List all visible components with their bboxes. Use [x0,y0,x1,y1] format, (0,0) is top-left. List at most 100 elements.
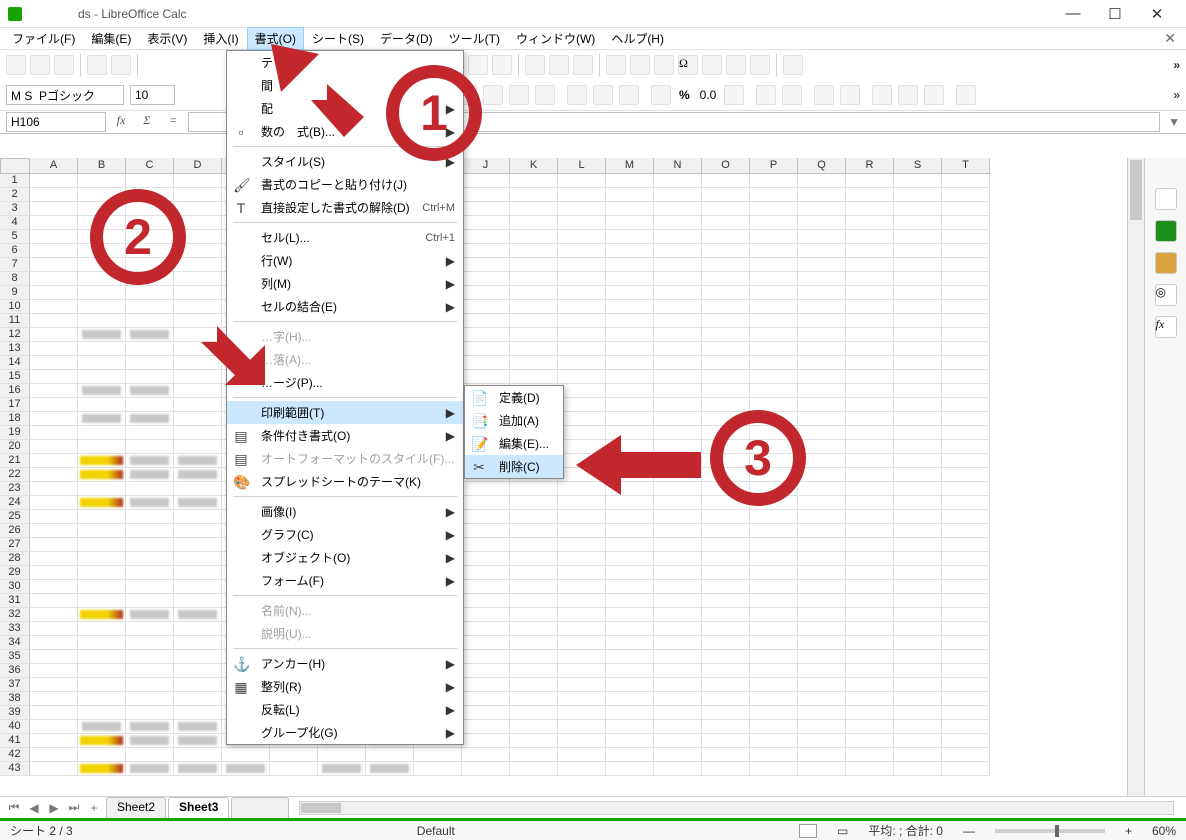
row-header[interactable]: 35 [0,650,30,664]
print-icon[interactable] [111,55,131,75]
pdf-icon[interactable] [87,55,107,75]
cell[interactable] [606,398,654,412]
cell[interactable] [606,636,654,650]
cell[interactable] [174,468,222,482]
row-header[interactable]: 30 [0,580,30,594]
tab-next-icon[interactable]: ▶ [46,801,62,815]
cell[interactable] [558,244,606,258]
cell[interactable] [462,706,510,720]
cell[interactable] [558,566,606,580]
cell[interactable] [174,202,222,216]
cell[interactable] [174,454,222,468]
cell[interactable] [894,258,942,272]
cell[interactable] [510,538,558,552]
status-stats[interactable]: 平均: ; 合計: 0 [868,822,943,839]
cell[interactable] [30,608,78,622]
cell[interactable] [798,762,846,776]
cell[interactable] [846,412,894,426]
cell[interactable] [462,174,510,188]
cell[interactable] [798,188,846,202]
cell[interactable] [558,650,606,664]
cell[interactable] [798,692,846,706]
cell[interactable] [174,762,222,776]
cell[interactable] [78,328,126,342]
cell[interactable] [702,706,750,720]
cell[interactable] [510,524,558,538]
cell[interactable] [894,650,942,664]
cell[interactable] [654,328,702,342]
cell[interactable] [798,356,846,370]
cell[interactable] [30,216,78,230]
cell[interactable] [318,762,366,776]
row-header[interactable]: 43 [0,762,30,776]
cell[interactable] [510,300,558,314]
cell[interactable] [702,678,750,692]
cell[interactable] [126,748,174,762]
cell[interactable] [750,566,798,580]
cell[interactable] [510,552,558,566]
cell[interactable] [126,678,174,692]
cell[interactable] [462,650,510,664]
cell[interactable] [846,496,894,510]
cell[interactable] [30,552,78,566]
cell[interactable] [654,412,702,426]
cell[interactable] [750,692,798,706]
col-header-P[interactable]: P [750,158,798,174]
cell[interactable] [558,188,606,202]
cell[interactable] [606,202,654,216]
cell[interactable] [606,258,654,272]
cell[interactable] [174,678,222,692]
row-header[interactable]: 22 [0,468,30,482]
cell[interactable] [894,524,942,538]
cell[interactable] [510,650,558,664]
sum-icon[interactable]: Σ [136,113,158,131]
cell[interactable] [606,244,654,258]
cell[interactable] [750,216,798,230]
cell[interactable] [702,524,750,538]
cell[interactable] [654,622,702,636]
cell[interactable] [174,398,222,412]
cell[interactable] [606,608,654,622]
cell[interactable] [894,174,942,188]
cell[interactable] [942,398,990,412]
cell[interactable] [462,216,510,230]
cell[interactable] [894,300,942,314]
cell[interactable] [894,762,942,776]
cell[interactable] [30,566,78,580]
cell[interactable] [798,706,846,720]
cell[interactable] [702,734,750,748]
row-header[interactable]: 20 [0,440,30,454]
cell[interactable] [942,356,990,370]
cell[interactable] [894,510,942,524]
cell[interactable] [462,524,510,538]
cell[interactable] [702,594,750,608]
row-header[interactable]: 25 [0,510,30,524]
cell[interactable] [942,622,990,636]
cell[interactable] [894,636,942,650]
cell[interactable] [894,720,942,734]
cell[interactable] [78,300,126,314]
cell[interactable] [510,356,558,370]
cell[interactable] [558,202,606,216]
cell[interactable] [846,580,894,594]
cell[interactable] [462,552,510,566]
cell[interactable] [78,622,126,636]
cell[interactable] [750,244,798,258]
cell[interactable] [558,748,606,762]
cell[interactable] [174,664,222,678]
cell[interactable] [78,720,126,734]
cell[interactable] [942,202,990,216]
cell[interactable] [894,622,942,636]
cell[interactable] [606,566,654,580]
cell[interactable] [654,202,702,216]
cell[interactable] [654,580,702,594]
cell[interactable] [942,314,990,328]
cell[interactable] [942,678,990,692]
cell[interactable] [462,300,510,314]
cell[interactable] [750,202,798,216]
cell[interactable] [30,244,78,258]
cell[interactable] [654,230,702,244]
cell[interactable] [798,608,846,622]
col-header-T[interactable]: T [942,158,990,174]
cell[interactable] [894,468,942,482]
